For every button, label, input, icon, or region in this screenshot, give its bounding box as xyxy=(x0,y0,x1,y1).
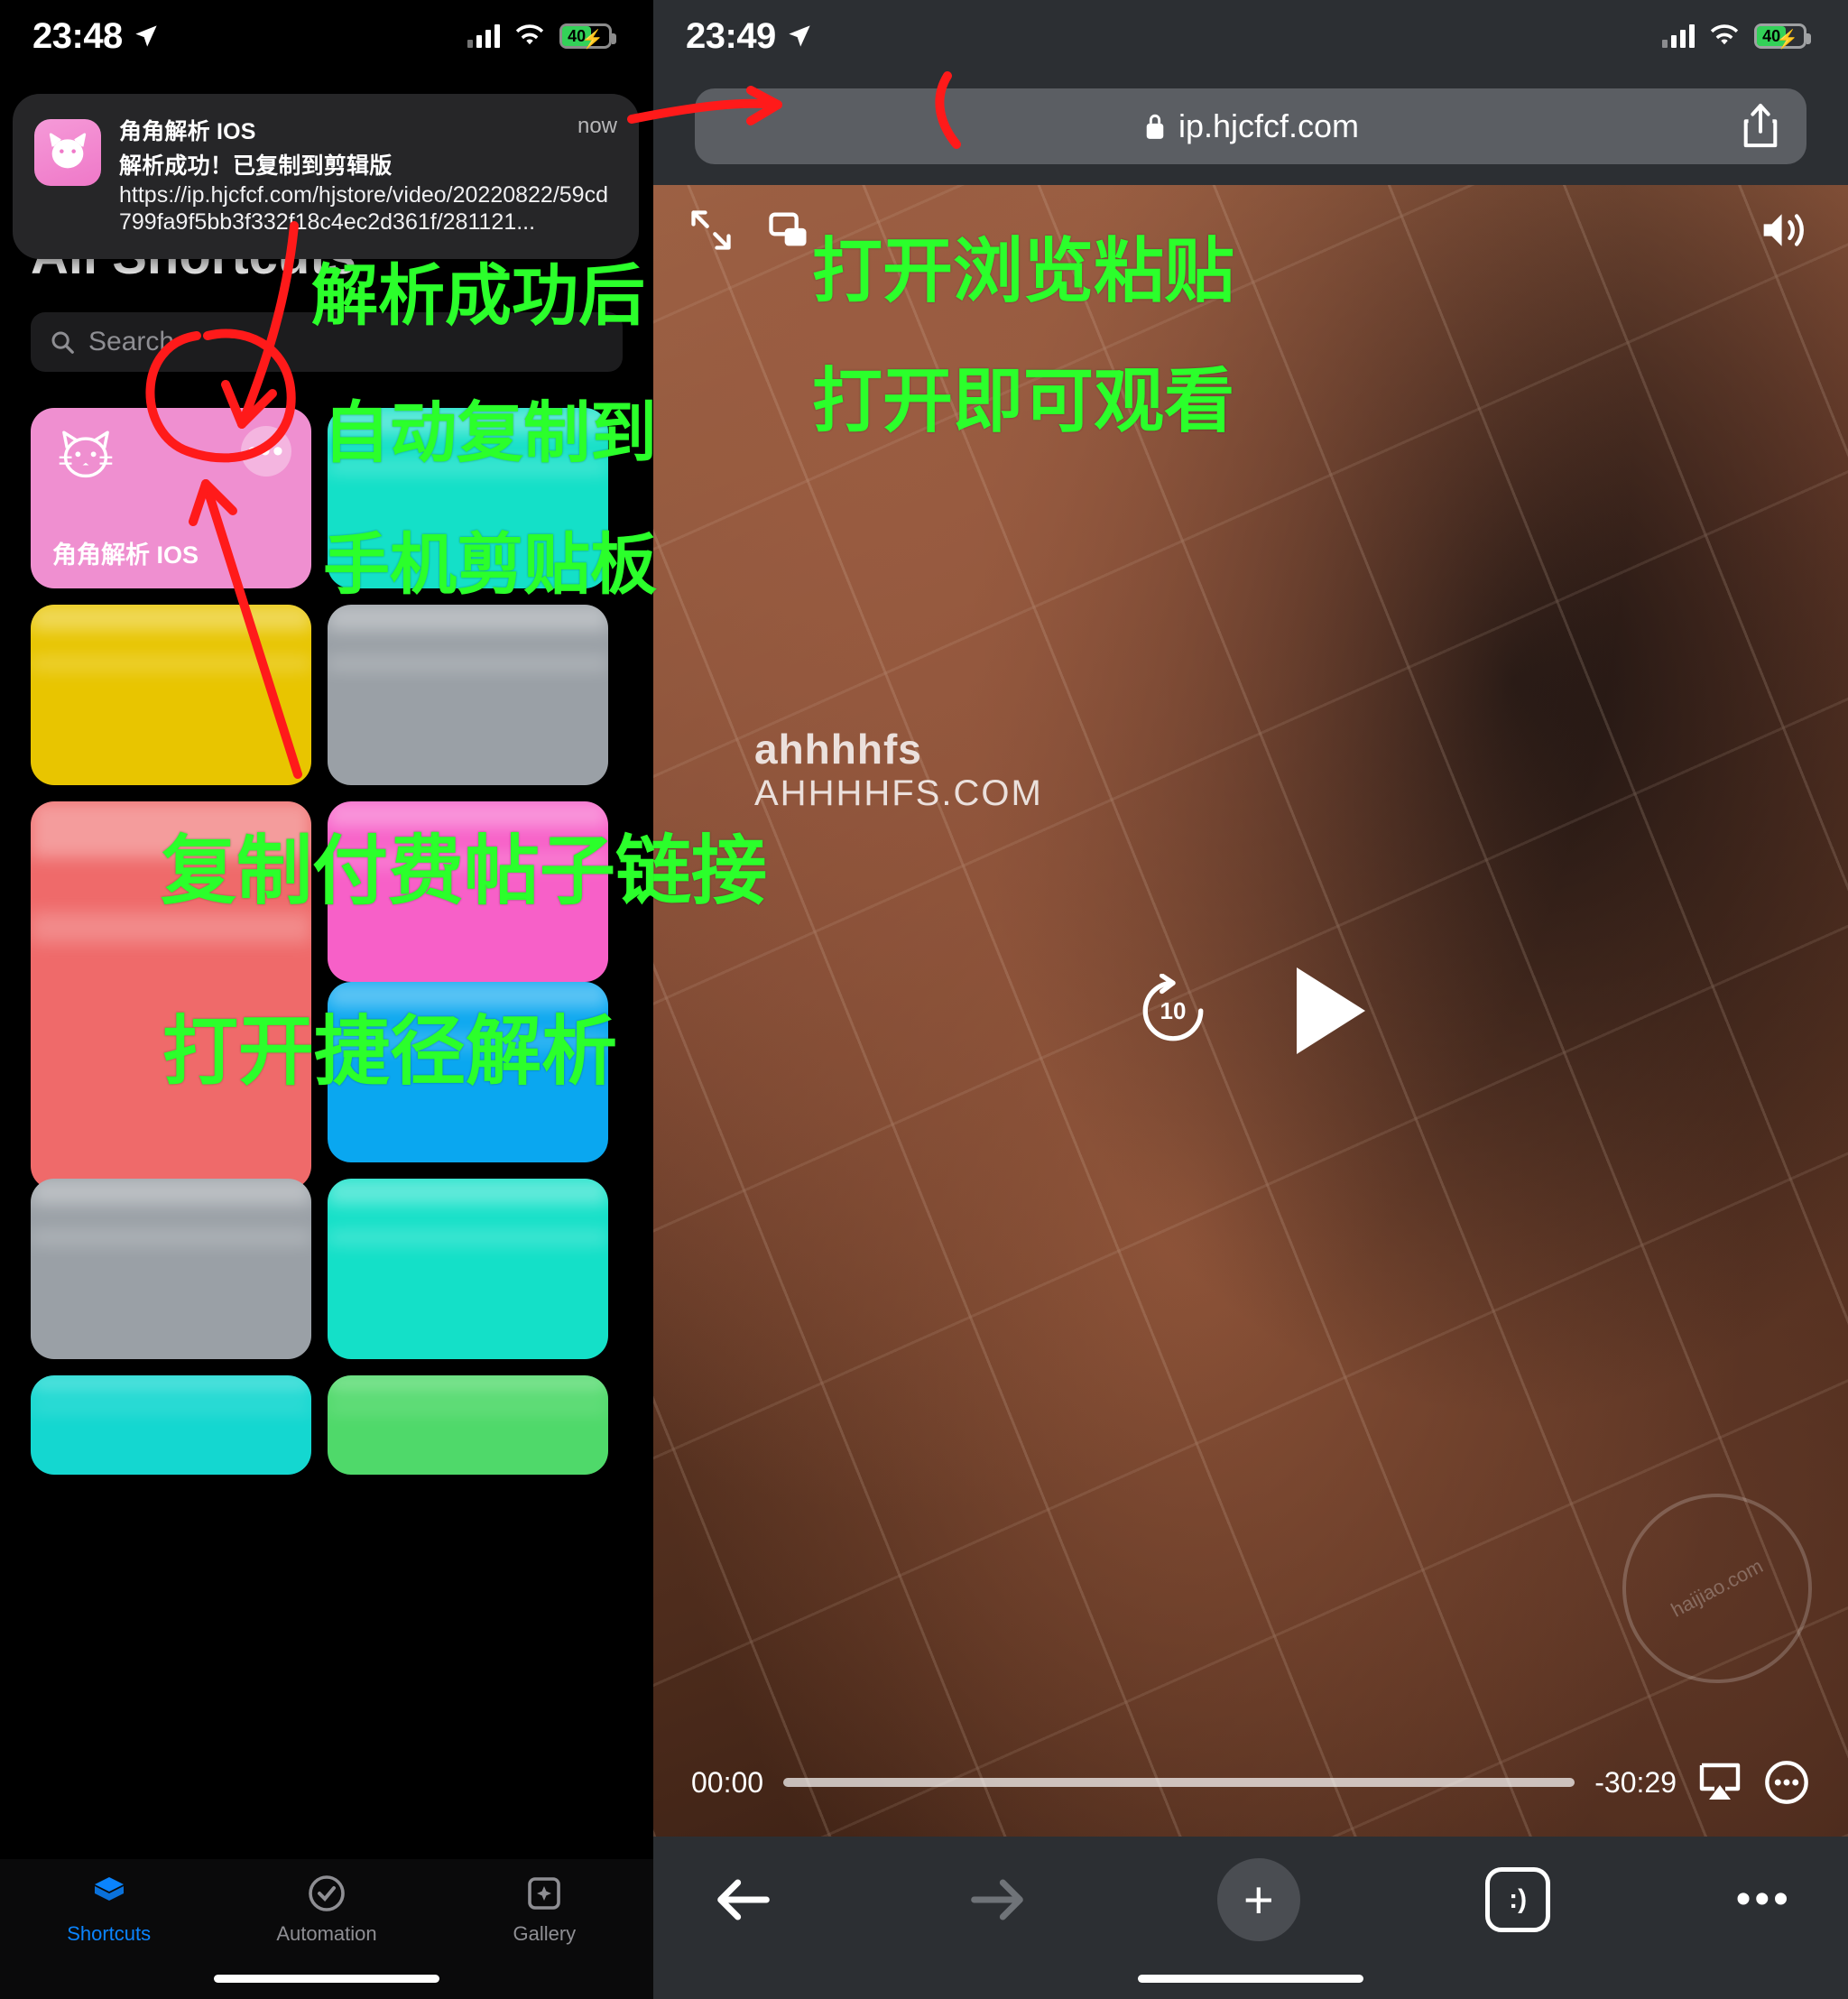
tab-label: Shortcuts xyxy=(67,1922,152,1945)
wifi-icon xyxy=(515,24,544,45)
video-top-left-controls xyxy=(688,207,812,254)
volume-on-icon[interactable] xyxy=(1758,205,1814,255)
home-indicator xyxy=(1138,1975,1363,1983)
shortcut-menu-button[interactable]: ••• xyxy=(241,426,291,477)
video-scrubber-bar: 00:00 -30:29 xyxy=(653,1759,1848,1806)
left-status-bar: 23:48 40 ⚡ xyxy=(0,0,653,72)
lock-icon xyxy=(1146,114,1164,139)
annotation-text: 打开捷径解析 xyxy=(162,1009,618,1094)
shortcut-tile[interactable] xyxy=(31,1179,311,1359)
shortcut-tile[interactable] xyxy=(328,605,608,785)
automation-icon xyxy=(309,1875,345,1911)
play-icon[interactable] xyxy=(1297,967,1365,1054)
annotation-text: 解析成功后 xyxy=(311,258,645,333)
more-circle-icon[interactable] xyxy=(1763,1759,1810,1806)
safari-toolbar: + :) ••• xyxy=(653,1837,1848,1999)
watermark-primary: ahhhhfs xyxy=(754,726,922,773)
grid-row xyxy=(0,1179,653,1359)
grid-row xyxy=(0,605,653,785)
cellular-signal-icon xyxy=(1662,24,1695,48)
tabs-button[interactable]: :) xyxy=(1485,1867,1551,1932)
charging-bolt-icon: ⚡ xyxy=(1776,30,1798,50)
video-playback-controls: 10 xyxy=(1136,967,1365,1054)
expand-fullscreen-icon[interactable] xyxy=(688,207,735,254)
tab-label: Gallery xyxy=(513,1922,577,1945)
url-hostname: ip.hjcfcf.com xyxy=(1178,107,1360,144)
status-indicators: 40 ⚡ xyxy=(467,23,616,50)
status-indicators: 40 ⚡ xyxy=(1662,23,1811,50)
new-tab-button[interactable]: + xyxy=(1216,1858,1300,1941)
notification-app-name: 角角解析 IOS xyxy=(119,119,256,144)
annotation-text: 打开即可观看 xyxy=(812,361,1235,440)
skip-back-label: 10 xyxy=(1160,996,1187,1024)
annotation-text: 自动复制到 xyxy=(323,395,657,470)
url-field[interactable]: ip.hjcfcf.com xyxy=(695,88,1806,164)
status-time: 23:48 xyxy=(32,15,123,56)
notification-title: 解析成功！已复制到剪辑版 xyxy=(119,153,393,179)
shortcut-tile[interactable] xyxy=(31,605,311,785)
notification-banner[interactable]: 角角解析 IOS now 解析成功！已复制到剪辑版 https://ip.hjc… xyxy=(13,94,639,259)
shortcuts-icon xyxy=(94,1877,124,1901)
tab-automation[interactable]: Automation xyxy=(217,1872,435,1946)
video-current-time: 00:00 xyxy=(691,1765,764,1799)
video-remaining-time: -30:29 xyxy=(1594,1765,1677,1799)
grid-row xyxy=(0,1375,653,1475)
notification-body: 角角解析 IOS now 解析成功！已复制到剪辑版 https://ip.hjc… xyxy=(119,114,617,236)
browser-address-bar: ip.hjcfcf.com xyxy=(653,72,1848,180)
status-time: 23:49 xyxy=(686,15,776,56)
forward-arrow-icon[interactable] xyxy=(963,1865,1031,1934)
video-watermark: ahhhhfs AHHHHFS.COM xyxy=(754,726,1043,813)
battery-icon: 40 ⚡ xyxy=(1754,23,1811,50)
gallery-icon xyxy=(528,1877,561,1910)
right-status-bar: 23:49 40 ⚡ xyxy=(653,0,1848,72)
cat-icon xyxy=(49,133,87,169)
tab-shortcuts[interactable]: Shortcuts xyxy=(0,1872,217,1946)
status-time-group: 23:48 xyxy=(32,16,159,57)
notification-header: 角角解析 IOS now xyxy=(119,114,617,146)
notification-url: https://ip.hjcfcf.com/hjstore/video/2022… xyxy=(119,182,608,235)
annotation-text: 打开浏览粘贴 xyxy=(812,231,1235,310)
battery-icon: 40 ⚡ xyxy=(559,23,616,50)
tab-label: Automation xyxy=(276,1922,377,1945)
share-icon[interactable] xyxy=(1740,101,1781,152)
wifi-icon xyxy=(1710,24,1739,45)
shortcut-tile[interactable] xyxy=(31,1375,311,1475)
location-arrow-icon xyxy=(135,25,157,47)
airplay-icon[interactable] xyxy=(1696,1762,1743,1803)
annotation-text: 复制付费帖子链接 xyxy=(161,828,768,913)
watermark-secondary: AHHHHFS.COM xyxy=(754,773,1043,813)
annotation-text: 手机剪贴板 xyxy=(323,527,657,602)
charging-bolt-icon: ⚡ xyxy=(581,30,604,50)
url-text-group: ip.hjcfcf.com xyxy=(1142,107,1359,145)
left-tab-bar: Shortcuts Automation Gallery xyxy=(0,1859,653,1999)
search-placeholder: Search xyxy=(88,327,175,356)
tabs-label: :) xyxy=(1509,1884,1528,1914)
shortcut-tile[interactable] xyxy=(328,1375,608,1475)
notification-timestamp: now xyxy=(577,114,617,138)
cat-icon xyxy=(59,430,113,478)
search-icon xyxy=(51,331,74,354)
cat-app-icon xyxy=(34,119,101,186)
shortcut-tile[interactable] xyxy=(328,1179,608,1359)
tab-gallery[interactable]: Gallery xyxy=(436,1872,653,1946)
picture-in-picture-icon[interactable] xyxy=(765,207,812,254)
home-indicator xyxy=(214,1975,439,1983)
shortcut-tile-label: 角角解析 IOS xyxy=(52,541,199,569)
cellular-signal-icon xyxy=(467,24,500,48)
location-arrow-icon xyxy=(789,25,810,47)
back-arrow-icon[interactable] xyxy=(709,1865,778,1934)
shortcut-tile-jiaojiao[interactable]: ••• 角角解析 IOS xyxy=(31,408,311,588)
video-progress-slider[interactable] xyxy=(783,1778,1575,1787)
skip-back-10-icon[interactable]: 10 xyxy=(1136,973,1210,1048)
status-time-group: 23:49 xyxy=(686,16,812,57)
